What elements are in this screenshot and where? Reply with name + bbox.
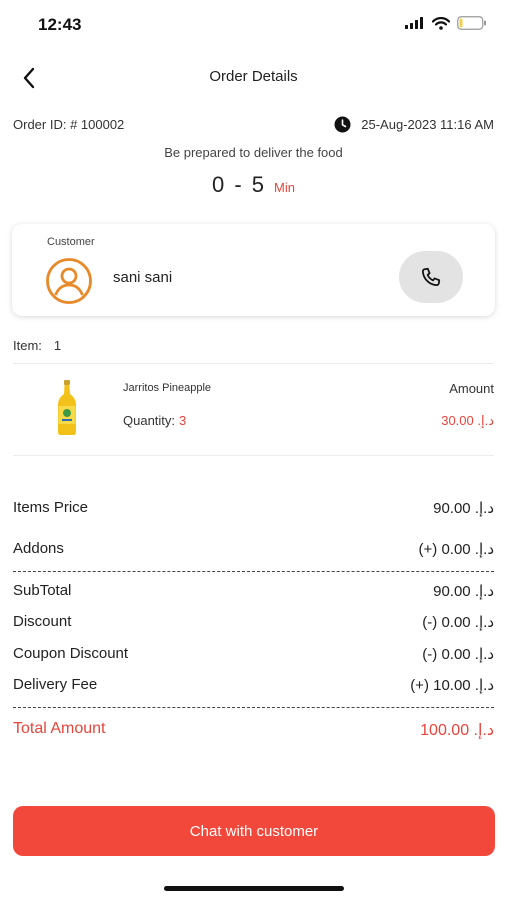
summary-row-items-price: Items Price 90.00 .د.إ [13,499,494,519]
item-count-value: 1 [53,338,62,353]
item-quantity: Quantity: 3 [123,413,186,428]
customer-label: Customer [47,236,95,248]
delivery-time-range: 0 - 5 Min [0,172,507,198]
pineapple-bottle-image [58,380,76,435]
summary-row-delivery-fee: Delivery Fee (+) 10.00 .د.إ [13,676,494,696]
item-price: 30.00 .د.إ [441,413,494,428]
order-item-row: Jarritos Pineapple Quantity: 3 Amount 30.… [13,372,494,448]
addons-value: (+) 0.00 .د.إ [418,541,494,558]
summary-row-total: Total Amount 100.00 .د.إ [13,720,494,740]
prepare-message: Be prepared to deliver the food [164,145,343,160]
chat-with-customer-button[interactable]: Chat with customer [13,806,495,856]
total-amount-value: 100.00 .د.إ [420,722,494,739]
item-quantity-value: 3 [179,413,187,428]
subtotal-value: 90.00 .د.إ [433,583,494,600]
divider [13,363,494,364]
delivery-fee-value: (+) 10.00 .د.إ [410,677,494,694]
addons-label: Addons [13,540,64,557]
items-price-value: 90.00 .د.إ [433,500,494,517]
item-count-label: Item: [13,338,42,353]
coupon-discount-label: Coupon Discount [13,645,129,662]
item-quantity-label: Quantity: [123,413,176,428]
status-time: 12:43 [38,15,82,34]
summary-row-addons: Addons (+) 0.00 .د.إ [13,540,494,560]
subtotal-label: SubTotal [13,582,72,599]
discount-label: Discount [13,613,72,630]
wifi-icon [432,16,450,30]
item-name: Jarritos Pineapple [123,382,212,394]
header: Order Details [0,55,507,99]
dashed-divider [13,571,494,572]
clock-icon [334,116,351,133]
call-customer-button[interactable] [399,251,463,303]
order-info-row: Order ID: # 100002 25-Aug-2023 11:16 AM [13,116,494,134]
status-bar: 12:43 [0,0,507,50]
status-icons [405,16,487,30]
summary-row-subtotal: SubTotal 90.00 .د.إ [13,582,494,602]
item-count-row: Item: 1 [13,338,61,353]
delivery-fee-label: Delivery Fee [13,676,98,693]
divider [13,455,494,456]
user-circle-icon [46,258,92,304]
order-id: Order ID: # 100002 [13,117,125,132]
coupon-discount-value: (-) 0.00 .د.إ [422,646,494,663]
time-range-unit: Min [274,180,295,195]
order-datetime: 25-Aug-2023 11:16 AM [361,117,494,132]
summary-row-coupon-discount: Coupon Discount (-) 0.00 .د.إ [13,645,494,665]
total-amount-label: Total Amount [13,720,106,737]
order-datetime-wrap: 25-Aug-2023 11:16 AM [334,116,494,133]
item-amount-label: Amount [449,381,494,396]
summary-row-discount: Discount (-) 0.00 .د.إ [13,613,494,633]
customer-name: sani sani [113,269,173,286]
customer-card: Customer sani sani [12,224,495,316]
phone-icon [421,267,441,287]
time-range-value: 0 - 5 [212,172,267,197]
page-title: Order Details [209,68,298,85]
battery-icon [457,16,486,30]
items-price-label: Items Price [13,499,89,516]
discount-value: (-) 0.00 .د.إ [422,614,494,631]
home-indicator [164,886,344,891]
signal-icon [405,17,423,29]
dashed-divider [13,707,494,708]
